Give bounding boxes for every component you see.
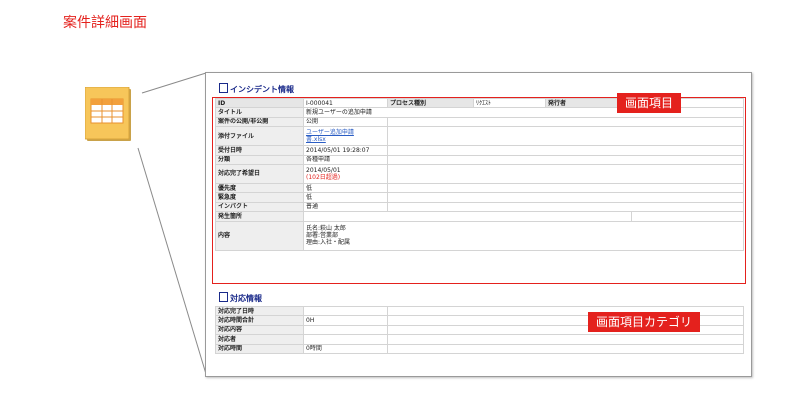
row-label: 対応者 <box>215 334 304 345</box>
row-value <box>303 305 388 317</box>
table-row: 対応者 <box>215 334 744 345</box>
section-heading-incident-label: インシデント情報 <box>230 85 294 94</box>
row-value <box>303 324 388 336</box>
zoom-line-bottom <box>137 147 207 375</box>
highlight-box <box>212 97 746 284</box>
row-filler <box>387 334 744 345</box>
section-heading-incident: インシデント情報 <box>219 83 294 95</box>
document-table-icon <box>85 87 131 141</box>
row-label: 対応時間合計 <box>215 315 304 326</box>
section-document-icon <box>219 83 228 93</box>
callout-screen-item-category: 画面項目カテゴリ <box>588 312 701 332</box>
section-heading-response-label: 対応情報 <box>230 294 262 303</box>
row-label: 対応完了日時 <box>215 305 304 317</box>
row-value: 0時間 <box>303 343 388 354</box>
section-document-icon <box>219 292 228 302</box>
table-row: 対応時間 0時間 <box>215 343 744 354</box>
row-value: 0H <box>303 315 388 326</box>
row-value <box>303 334 388 345</box>
row-filler <box>387 343 744 354</box>
zoom-line-top <box>141 72 207 94</box>
callout-screen-items: 画面項目 <box>617 93 682 113</box>
row-label: 対応時間 <box>215 343 304 354</box>
row-label: 対応内容 <box>215 324 304 336</box>
section-heading-response: 対応情報 <box>219 292 262 304</box>
page-title: 案件詳細画面 <box>63 15 147 31</box>
